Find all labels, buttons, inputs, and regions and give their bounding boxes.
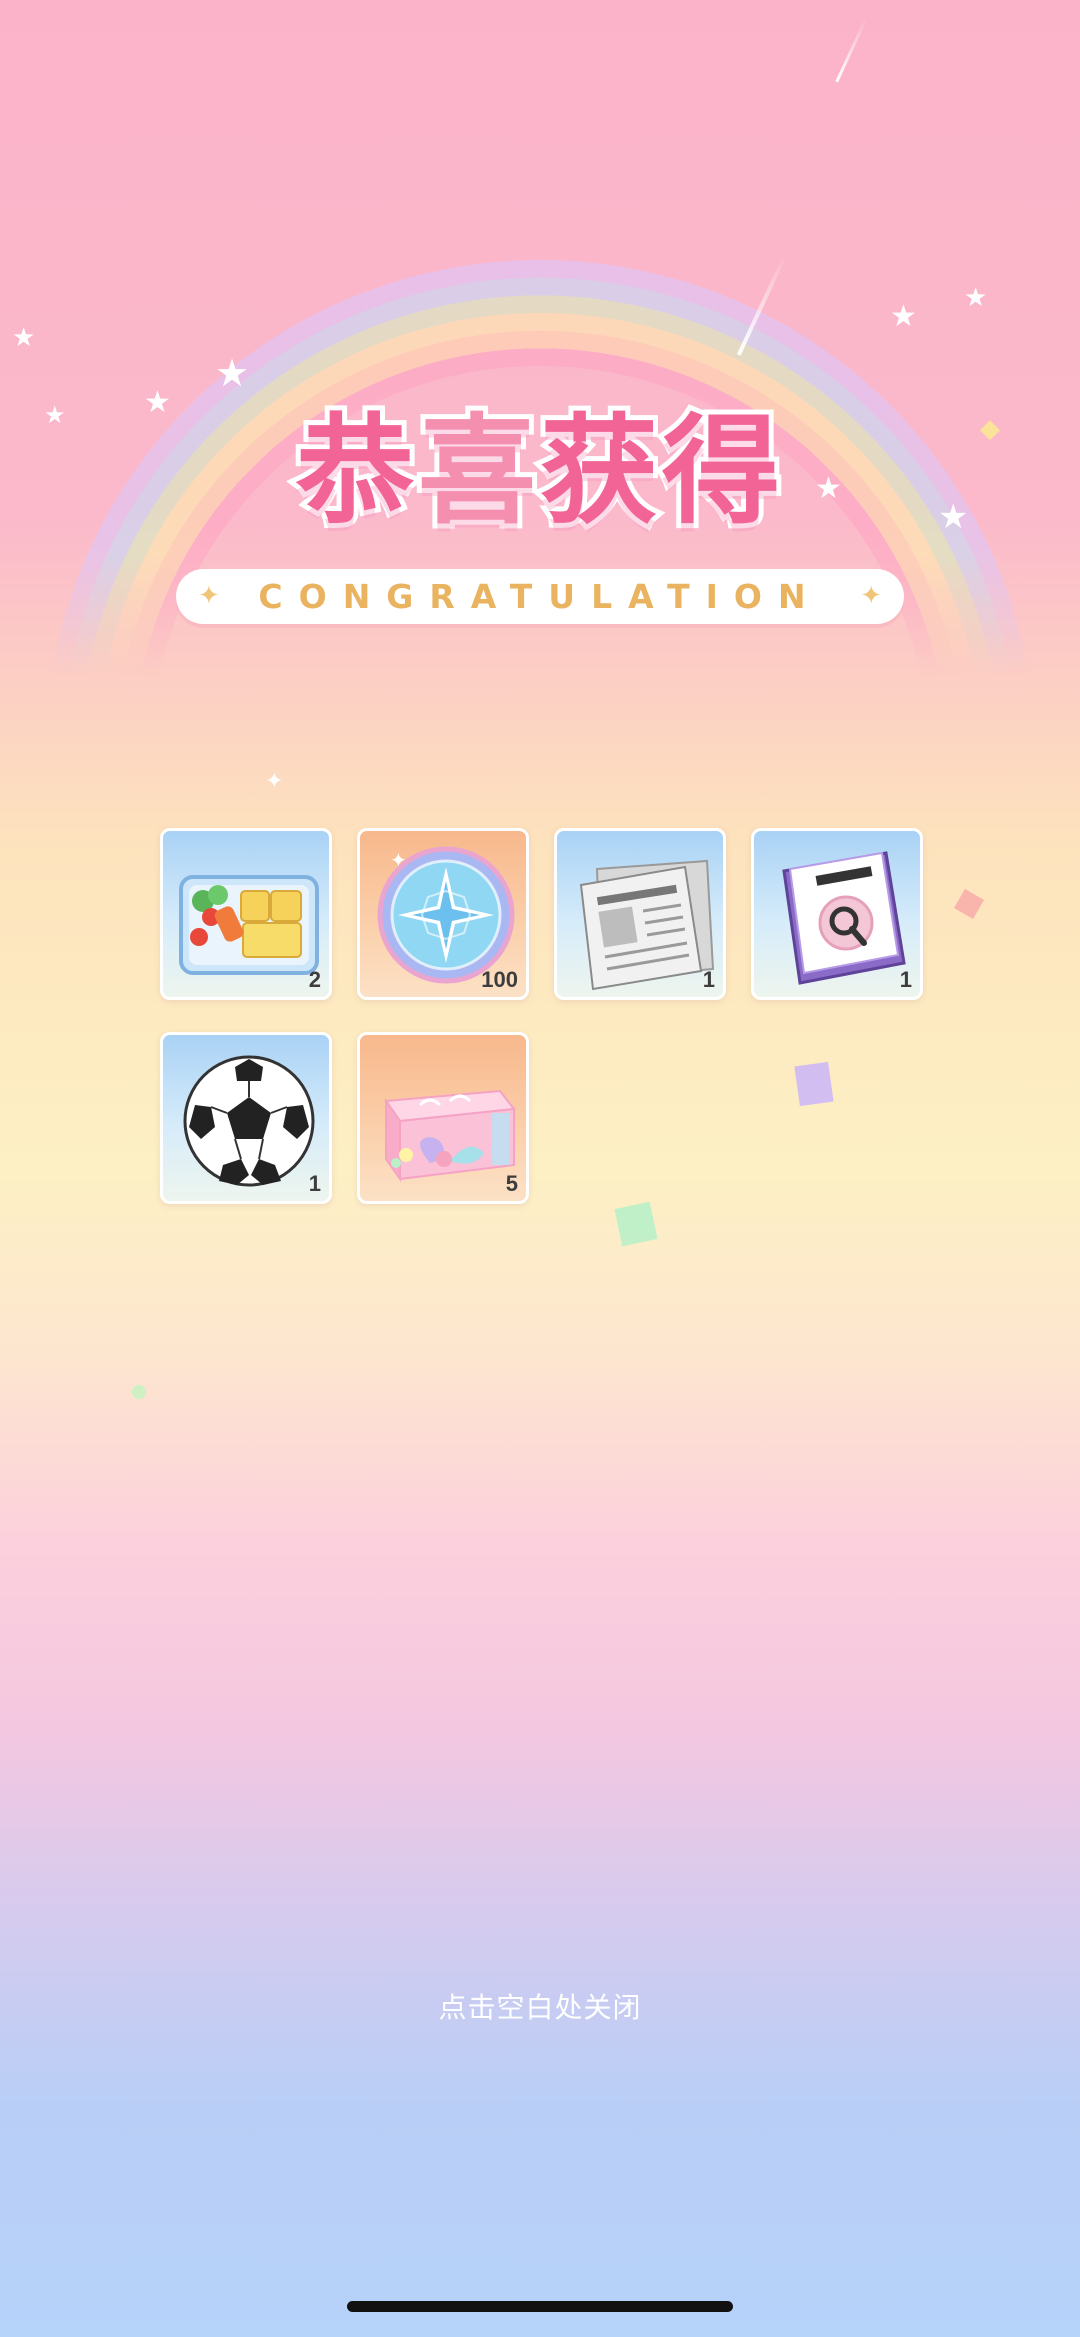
item-quantity: 1	[899, 967, 912, 992]
item-quantity: 1	[702, 967, 715, 992]
close-hint[interactable]: 点击空白处关闭	[0, 1986, 1080, 2026]
title-char: 喜	[413, 397, 541, 545]
detective-book-icon	[782, 851, 906, 985]
reward-item-soccer-ball[interactable]: 1	[160, 1032, 332, 1204]
congratulation-banner: ✦ CONGRATULATION ✦	[176, 569, 904, 624]
reward-item-star-coin[interactable]: ✦ 100	[357, 828, 529, 1000]
confetti-piece	[794, 1061, 834, 1107]
item-quantity: 100	[481, 967, 518, 992]
item-quantity: 1	[308, 1171, 321, 1196]
gift-box-icon	[384, 1089, 516, 1183]
newspaper-icon	[579, 859, 715, 991]
reward-item-bento-box[interactable]: 2	[160, 828, 332, 1000]
item-quantity: 5	[505, 1171, 518, 1196]
sparkle-icon: ✦	[860, 580, 882, 610]
title-char: 获	[535, 397, 663, 545]
star-icon: ★	[890, 300, 917, 333]
title-char: 恭	[291, 397, 419, 545]
star-icon: ★	[12, 322, 36, 352]
confetti-piece	[614, 1201, 658, 1247]
svg-text:✦: ✦	[390, 850, 407, 872]
sparkle-icon: ✦	[265, 768, 284, 793]
shooting-star-icon	[835, 17, 868, 83]
item-quantity: 2	[308, 967, 321, 992]
star-icon: ★	[964, 282, 988, 312]
reward-item-detective-book[interactable]: 1	[751, 828, 923, 1000]
congratulations-title: 恭喜获得	[0, 375, 1080, 546]
sparkle-icon: ✦	[198, 580, 220, 610]
congratulation-label: CONGRATULATION	[258, 577, 822, 616]
bento-box-icon	[179, 875, 319, 975]
reward-item-gift-box[interactable]: 5	[357, 1032, 529, 1204]
confetti-piece	[132, 1385, 146, 1399]
soccer-ball-icon	[183, 1055, 315, 1187]
reward-item-newspaper[interactable]: 1	[554, 828, 726, 1000]
home-indicator[interactable]	[347, 2301, 733, 2312]
title-char: 得	[657, 397, 785, 545]
